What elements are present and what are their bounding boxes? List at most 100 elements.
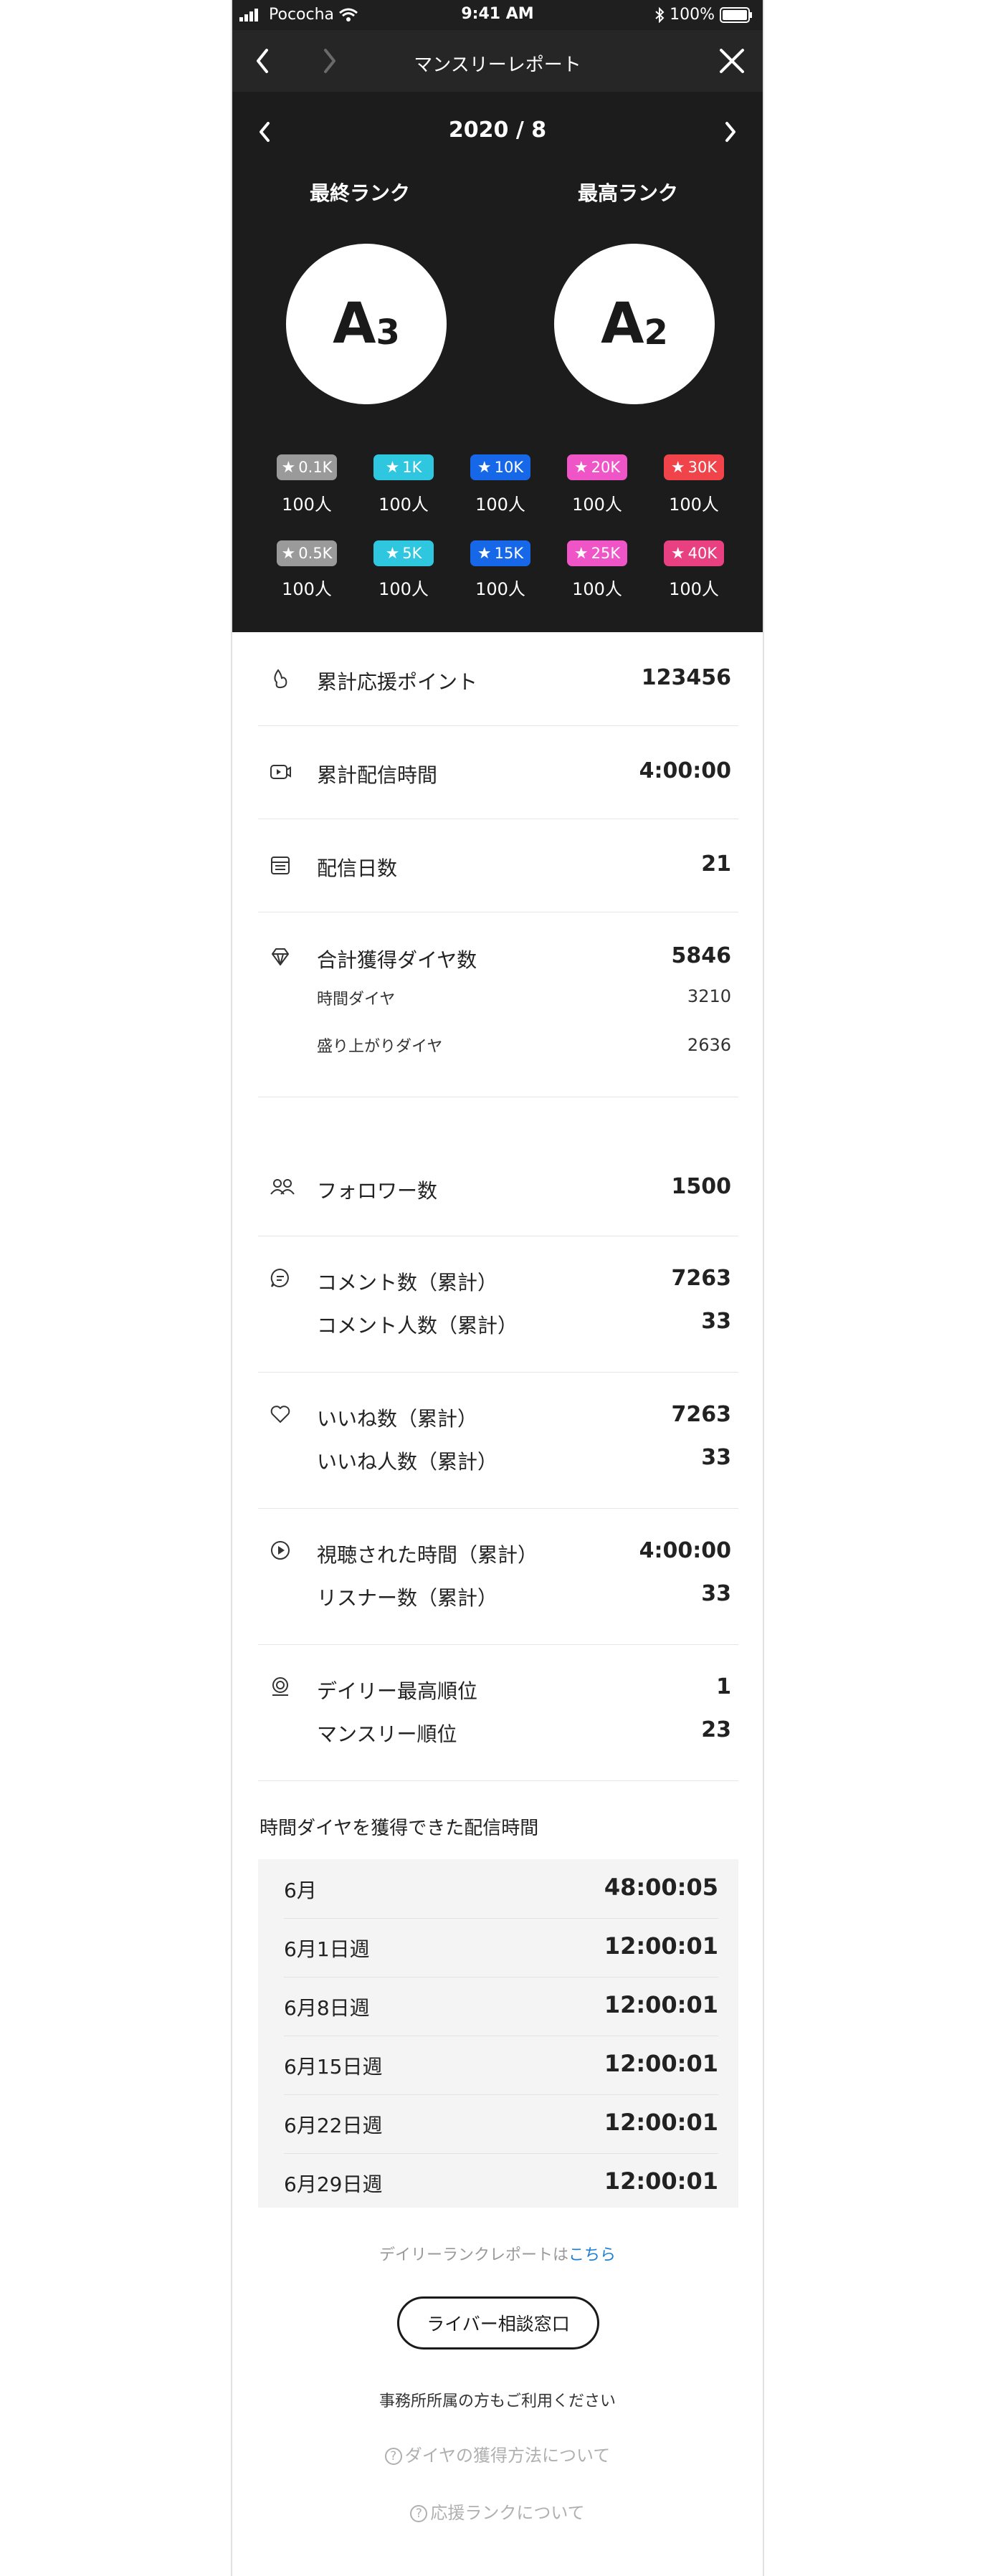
stat-row-stream-days: 配信日数 21 <box>258 819 738 912</box>
star-icon: ★ <box>281 544 296 563</box>
followers-icon <box>270 1175 295 1197</box>
stat-sublabel: いいね人数（累計） <box>317 1450 498 1474</box>
support-badge: ★ 1K <box>373 454 434 480</box>
final-rank-circle: A3 <box>286 244 447 404</box>
support-badge: ★ 30K <box>664 454 724 480</box>
calendar-icon <box>270 854 291 876</box>
table-row: 6月8日週 12:00:01 <box>284 1977 718 2036</box>
badge-count: 100人 <box>572 495 622 515</box>
support-badge: ★ 0.5K <box>277 540 337 566</box>
stat-label: いいね数（累計） <box>317 1407 478 1431</box>
chevron-right-icon <box>725 122 735 142</box>
support-badge: ★ 5K <box>373 540 434 566</box>
stat-row-diamonds: 合計獲得ダイヤ数 5846 時間ダイヤ 3210 盛り上がりダイヤ 2636 <box>258 912 738 1097</box>
badge-count: 100人 <box>282 579 332 599</box>
rank-help-link[interactable]: ? 応援ランクについて <box>232 2499 763 2524</box>
star-icon: ★ <box>477 458 492 477</box>
support-badge: ★ 25K <box>567 540 627 566</box>
duration-value: 12:00:01 <box>604 2109 718 2136</box>
stat-value: 7263 <box>671 1402 732 1427</box>
next-month-button[interactable] <box>715 118 744 146</box>
daily-report-note: デイリーランクレポートはこちら <box>232 2242 763 2265</box>
question-icon: ? <box>410 2505 428 2522</box>
star-icon: ★ <box>281 458 296 477</box>
stat-value: 1 <box>716 1674 731 1699</box>
table-row: 6月29日週 12:00:01 <box>284 2153 718 2212</box>
daily-report-link[interactable]: こちら <box>568 2246 616 2264</box>
period-label: 6月29日週 <box>284 2172 383 2196</box>
badge-count: 100人 <box>379 579 429 599</box>
stat-value: 4:00:00 <box>639 1538 731 1563</box>
star-icon: ★ <box>385 458 400 477</box>
badge-count: 100人 <box>282 495 332 515</box>
rank-summary: 2020 / 8 最終ランク A3 最高ランク A2 ★ 0.1K 100人 ★ 1… <box>232 92 763 632</box>
diamond-icon <box>270 946 291 968</box>
bluetooth-icon <box>654 6 670 24</box>
battery-info: 100% <box>654 6 753 24</box>
final-rank-number: 3 <box>376 313 400 353</box>
stat-row-support-points: 累計応援ポイント 123456 <box>258 632 738 726</box>
duration-value: 12:00:01 <box>604 1991 718 2018</box>
medal-icon <box>270 1676 291 1697</box>
video-icon <box>270 761 291 783</box>
duration-value: 12:00:01 <box>604 1932 718 1960</box>
stat-subvalue: 23 <box>701 1717 731 1742</box>
close-icon <box>720 49 744 73</box>
final-rank-letter: A <box>333 292 376 356</box>
support-badge: ★ 40K <box>664 540 724 566</box>
table-row: 6月 48:00:05 <box>284 1859 718 1919</box>
badge-count: 100人 <box>669 495 719 515</box>
final-rank-title: 最終ランク <box>309 181 410 205</box>
time-section-title: 時間ダイヤを獲得できた配信時間 <box>260 1818 539 1839</box>
stat-label: 合計獲得ダイヤ数 <box>317 948 477 972</box>
stat-value: 123456 <box>641 665 731 690</box>
stat-row-ranking: デイリー最高順位 1 マンスリー順位 23 <box>258 1644 738 1781</box>
stat-row-likes: いいね数（累計） 7263 いいね人数（累計） 33 <box>258 1372 738 1509</box>
stat-value: 21 <box>701 851 731 877</box>
time-diamond-label: 時間ダイヤ <box>317 991 396 1008</box>
support-badge: ★ 20K <box>567 454 627 480</box>
play-icon <box>270 1540 291 1561</box>
time-table: 6月 48:00:05 6月1日週 12:00:01 6月8日週 12:00:0… <box>258 1859 738 2208</box>
diamond-help-link[interactable]: ? ダイヤの獲得方法について <box>232 2441 763 2466</box>
badge-count: 100人 <box>475 579 525 599</box>
highest-rank-title: 最高ランク <box>577 181 678 205</box>
support-badge: ★ 10K <box>470 454 530 480</box>
star-icon: ★ <box>573 544 589 563</box>
status-bar: Pococha 9:41 AM 100% <box>232 0 763 30</box>
stat-label: デイリー最高順位 <box>317 1679 478 1703</box>
stat-subvalue: 33 <box>701 1309 731 1334</box>
star-icon: ★ <box>477 544 492 563</box>
stat-sublabel: コメント人数（累計） <box>317 1314 518 1337</box>
table-row: 6月15日週 12:00:01 <box>284 2036 718 2095</box>
badge-count: 100人 <box>475 495 525 515</box>
stat-label: コメント数（累計） <box>317 1271 498 1294</box>
flame-icon <box>270 668 291 690</box>
stat-sublabel: リスナー数（累計） <box>317 1586 498 1610</box>
daily-report-prefix: デイリーランクレポートは <box>379 2246 568 2264</box>
comment-icon <box>270 1267 291 1289</box>
star-icon: ★ <box>670 458 685 477</box>
heart-icon <box>270 1403 291 1425</box>
highest-rank-circle: A2 <box>554 244 715 404</box>
period-label: 6月15日週 <box>284 2055 383 2079</box>
period-label: 6月8日週 <box>284 1996 370 2020</box>
badge-count: 100人 <box>572 579 622 599</box>
hype-diamond-label: 盛り上がりダイヤ <box>317 1038 443 1056</box>
support-badge: ★ 0.1K <box>277 454 337 480</box>
stat-sublabel: マンスリー順位 <box>317 1722 457 1746</box>
hype-diamond-value: 2636 <box>687 1035 731 1055</box>
period-label: 6月1日週 <box>284 1937 370 1961</box>
stat-value: 1500 <box>671 1174 732 1199</box>
liver-consult-button[interactable]: ライバー相談窓口 <box>397 2296 599 2350</box>
table-row: 6月22日週 12:00:01 <box>284 2094 718 2154</box>
support-badge: ★ 15K <box>470 540 530 566</box>
stat-subvalue: 33 <box>701 1445 731 1470</box>
stat-label: フォロワー数 <box>317 1179 438 1203</box>
stat-subvalue: 33 <box>701 1581 731 1606</box>
star-icon: ★ <box>670 544 685 563</box>
stat-label: 累計配信時間 <box>317 763 438 787</box>
close-button[interactable] <box>714 43 750 79</box>
stat-row-stream-time: 累計配信時間 4:00:00 <box>258 725 738 819</box>
time-diamond-value: 3210 <box>687 986 731 1006</box>
